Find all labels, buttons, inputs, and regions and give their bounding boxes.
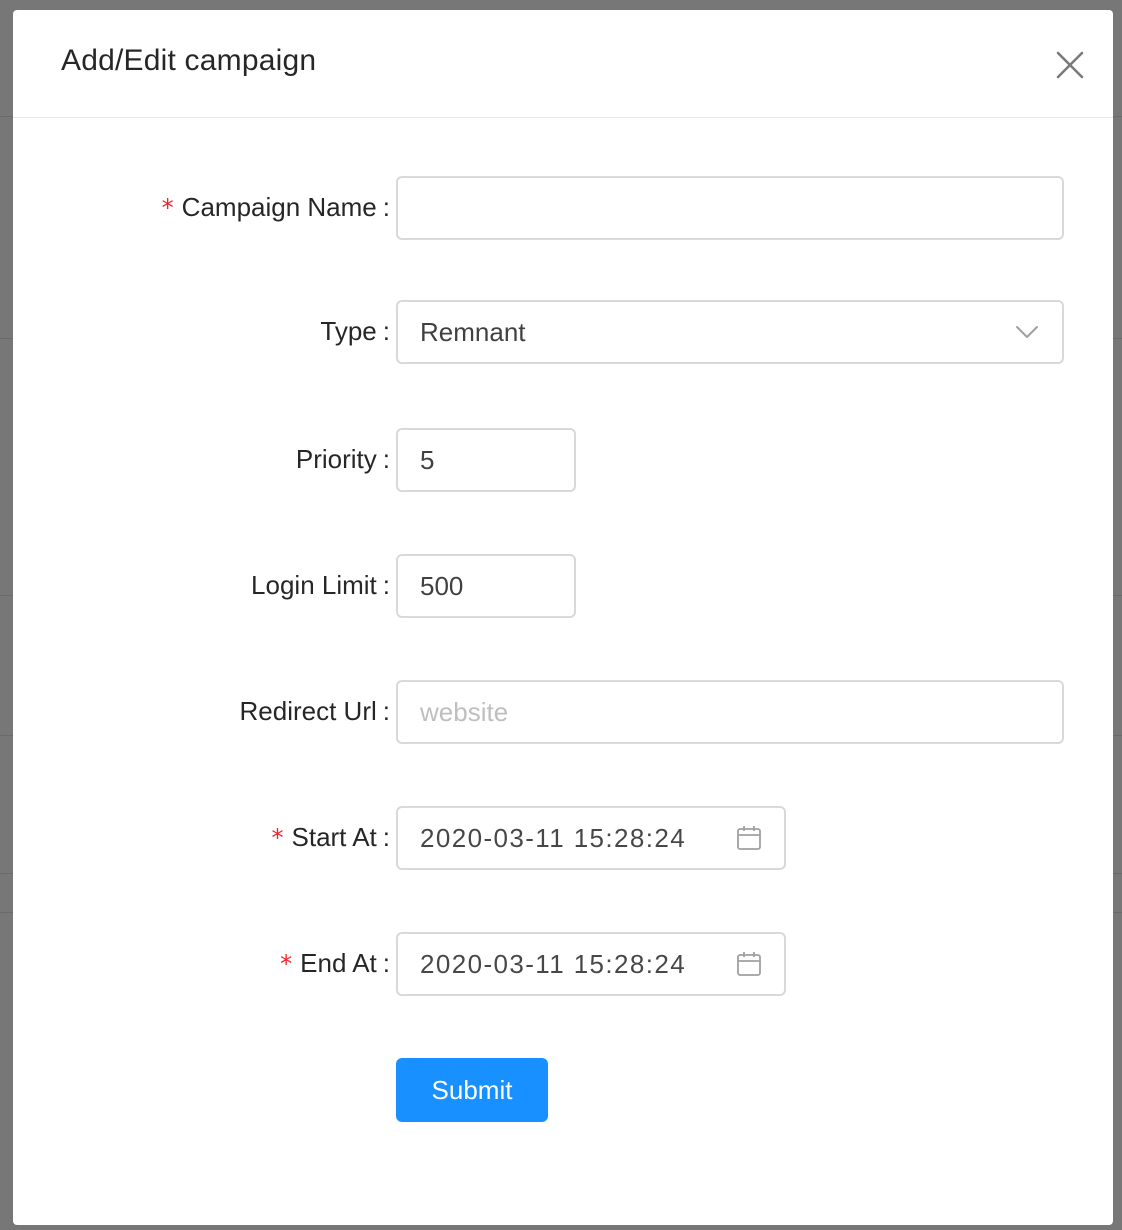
calendar-icon bbox=[737, 952, 761, 976]
required-mark: * bbox=[161, 194, 174, 222]
form-item-priority: Priority: 5 bbox=[13, 428, 1113, 492]
calendar-icon bbox=[737, 826, 761, 850]
end-at-datepicker[interactable]: 2020-03-11 15:28:24 bbox=[396, 932, 786, 996]
redirect-url-placeholder: website bbox=[420, 697, 509, 727]
type-select[interactable]: Remnant bbox=[396, 300, 1064, 364]
modal-title: Add/Edit campaign bbox=[61, 44, 317, 77]
start-at-datepicker[interactable]: 2020-03-11 15:28:24 bbox=[396, 806, 786, 870]
form-item-start-at: * Start At: 2020-03-11 15:28:24 bbox=[13, 806, 1113, 870]
login-limit-label-text: Login Limit bbox=[251, 570, 377, 600]
end-at-label-text: End At bbox=[300, 948, 377, 978]
type-select-value: Remnant bbox=[420, 317, 526, 347]
label-colon: : bbox=[382, 444, 390, 474]
redirect-url-label: Redirect Url: bbox=[239, 680, 390, 744]
start-at-label: * Start At: bbox=[271, 806, 391, 870]
chevron-down-icon bbox=[1016, 326, 1038, 338]
login-limit-input[interactable]: 500 bbox=[396, 554, 576, 618]
start-at-value: 2020-03-11 15:28:24 bbox=[420, 823, 687, 853]
priority-label-text: Priority bbox=[295, 444, 377, 474]
priority-input[interactable]: 5 bbox=[396, 428, 576, 492]
label-colon: : bbox=[382, 192, 390, 222]
campaign-modal: Add/Edit campaign * Campaign Name: Type: … bbox=[13, 10, 1113, 1225]
submit-button[interactable]: Submit bbox=[396, 1058, 548, 1122]
priority-label: Priority: bbox=[295, 428, 390, 492]
label-colon: : bbox=[382, 822, 390, 852]
close-button[interactable] bbox=[1053, 48, 1087, 82]
required-mark: * bbox=[271, 824, 284, 852]
form-item-campaign-name: * Campaign Name: bbox=[13, 176, 1113, 240]
label-colon: : bbox=[382, 696, 390, 726]
form-item-end-at: * End At: 2020-03-11 15:28:24 bbox=[13, 932, 1113, 996]
end-at-label: * End At: bbox=[280, 932, 390, 996]
form-item-login-limit: Login Limit: 500 bbox=[13, 554, 1113, 618]
label-colon: : bbox=[382, 570, 390, 600]
end-at-value: 2020-03-11 15:28:24 bbox=[420, 949, 687, 979]
form-item-type: Type: Remnant bbox=[13, 300, 1113, 364]
campaign-name-label: * Campaign Name: bbox=[161, 176, 390, 240]
type-label-text: Type bbox=[320, 316, 377, 346]
form-item-redirect-url: Redirect Url: website bbox=[13, 680, 1113, 744]
redirect-url-input[interactable]: website bbox=[396, 680, 1064, 744]
label-colon: : bbox=[382, 316, 390, 346]
login-limit-label: Login Limit: bbox=[251, 554, 390, 618]
required-mark: * bbox=[280, 950, 293, 978]
priority-value: 5 bbox=[420, 445, 435, 475]
modal-header: Add/Edit campaign bbox=[13, 10, 1113, 118]
campaign-name-input[interactable] bbox=[396, 176, 1064, 240]
campaign-name-label-text: Campaign Name bbox=[181, 192, 377, 222]
close-icon bbox=[1056, 51, 1084, 79]
redirect-url-label-text: Redirect Url bbox=[239, 696, 377, 726]
start-at-label-text: Start At bbox=[291, 822, 377, 852]
type-label: Type: bbox=[320, 300, 390, 364]
label-colon: : bbox=[382, 948, 390, 978]
login-limit-value: 500 bbox=[420, 571, 464, 601]
